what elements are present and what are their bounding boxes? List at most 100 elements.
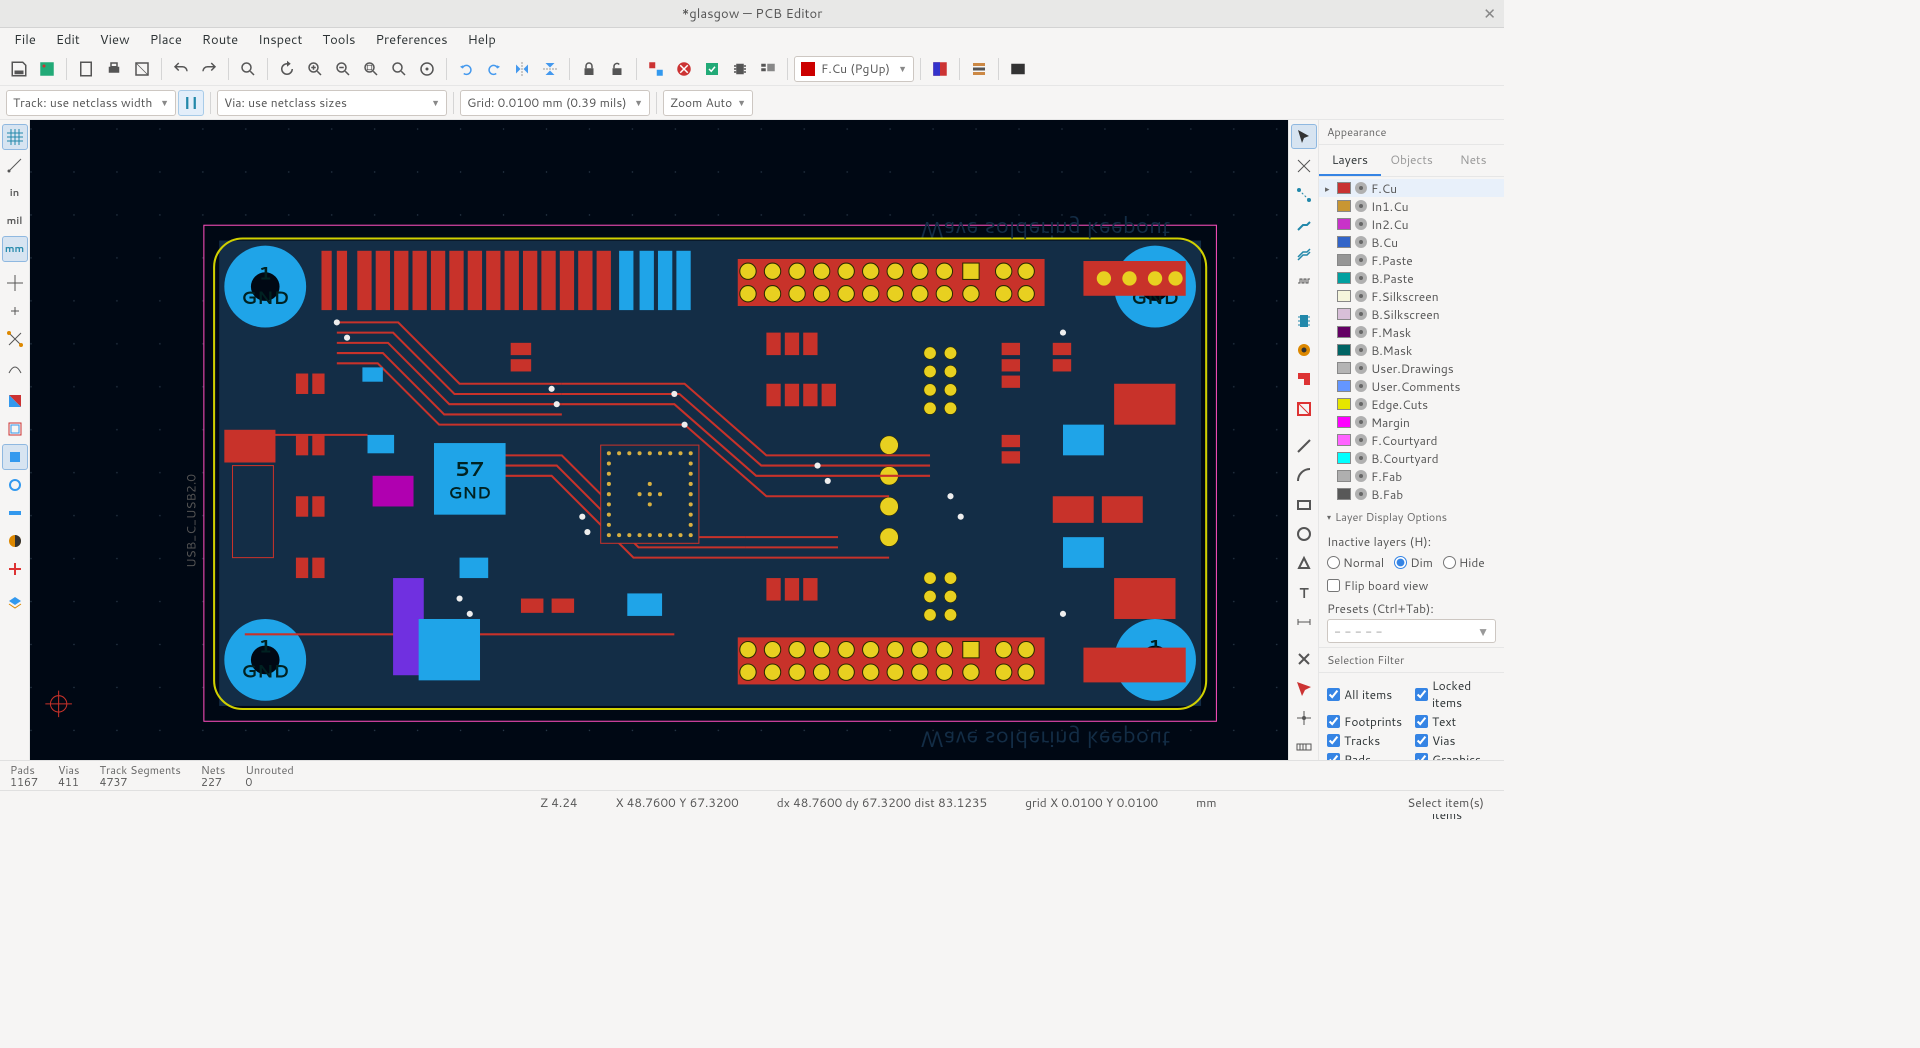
find-icon[interactable] <box>235 56 261 82</box>
grid-selector[interactable]: Grid: 0.0100 mm (0.39 mils)▼ <box>460 90 650 116</box>
plot-icon[interactable] <box>129 56 155 82</box>
erc-icon[interactable] <box>671 56 697 82</box>
ratsnest-icon[interactable] <box>2 326 28 352</box>
layer-row-f-mask[interactable]: F.Mask <box>1319 323 1504 341</box>
menu-place[interactable]: Place <box>140 29 192 51</box>
zoom-fit-icon[interactable] <box>358 56 384 82</box>
high-contrast-icon[interactable] <box>2 528 28 554</box>
scripting-icon[interactable] <box>927 56 953 82</box>
close-icon[interactable]: ✕ <box>1483 3 1496 24</box>
layer-row-f-fab[interactable]: F.Fab <box>1319 467 1504 485</box>
mm-icon[interactable]: mm <box>2 236 28 262</box>
net-highlight-icon[interactable] <box>2 556 28 582</box>
anchor-icon[interactable] <box>1291 676 1317 701</box>
presets-selector[interactable]: - - - - -▼ <box>1327 619 1496 643</box>
cursor-small-icon[interactable] <box>2 298 28 324</box>
layer-display-options-title[interactable]: ▾Layer Display Options <box>1319 505 1504 529</box>
add-text-icon[interactable]: T <box>1291 580 1317 605</box>
track-width-edit-icon[interactable] <box>178 90 204 116</box>
zoom-in-icon[interactable] <box>302 56 328 82</box>
pcb-canvas[interactable]: Wave soldering keepout Wave soldering ke… <box>30 120 1288 760</box>
via-display-icon[interactable] <box>2 472 28 498</box>
layer-row-user-drawings[interactable]: User.Drawings <box>1319 359 1504 377</box>
radio-dim[interactable]: Dim <box>1394 554 1433 571</box>
tab-layers[interactable]: Layers <box>1319 145 1381 176</box>
layer-row-f-cu[interactable]: ▸F.Cu <box>1319 179 1504 197</box>
redo-icon[interactable] <box>196 56 222 82</box>
zoom-out-icon[interactable] <box>330 56 356 82</box>
undo-icon[interactable] <box>168 56 194 82</box>
radio-normal[interactable]: Normal <box>1327 554 1384 571</box>
zoom-selector[interactable]: Zoom Auto▼ <box>663 90 753 116</box>
draw-line-icon[interactable] <box>1291 433 1317 458</box>
add-zone-icon[interactable] <box>1291 367 1317 392</box>
rotate-cw-icon[interactable] <box>481 56 507 82</box>
filter-all-items[interactable]: All items <box>1327 677 1409 711</box>
unlock-icon[interactable] <box>604 56 630 82</box>
route-diff-pair-icon[interactable] <box>1291 241 1317 266</box>
refresh-icon[interactable] <box>274 56 300 82</box>
inches-icon[interactable]: in <box>2 180 28 206</box>
layer-row-in1-cu[interactable]: In1.Cu <box>1319 197 1504 215</box>
layer-row-b-fab[interactable]: B.Fab <box>1319 485 1504 503</box>
draw-arc-icon[interactable] <box>1291 463 1317 488</box>
pad-display-icon[interactable] <box>2 444 28 470</box>
mirror-h-icon[interactable] <box>509 56 535 82</box>
layer-row-user-comments[interactable]: User.Comments <box>1319 377 1504 395</box>
layer-row-edge-cuts[interactable]: Edge.Cuts <box>1319 395 1504 413</box>
menu-route[interactable]: Route <box>192 29 248 51</box>
layers-panel-toggle-icon[interactable] <box>2 590 28 616</box>
add-footprint-icon[interactable] <box>1291 308 1317 333</box>
add-dimension-icon[interactable] <box>1291 609 1317 634</box>
lock-icon[interactable] <box>576 56 602 82</box>
flip-board-checkbox[interactable] <box>1327 579 1340 592</box>
tab-objects[interactable]: Objects <box>1381 145 1443 176</box>
footprint-browser-icon[interactable] <box>755 56 781 82</box>
save-icon[interactable] <box>6 56 32 82</box>
render-icon[interactable] <box>1005 56 1031 82</box>
layer-row-f-paste[interactable]: F.Paste <box>1319 251 1504 269</box>
grid-toggle-icon[interactable] <box>2 124 28 150</box>
filter-locked-items[interactable]: Locked items <box>1415 677 1496 711</box>
layer-list[interactable]: ▸F.CuIn1.CuIn2.CuB.CuF.PasteB.PasteF.Sil… <box>1319 177 1504 505</box>
curved-ratsnest-icon[interactable] <box>2 354 28 380</box>
menu-preferences[interactable]: Preferences <box>366 29 458 51</box>
filter-footprints[interactable]: Footprints <box>1327 713 1409 730</box>
layer-row-b-paste[interactable]: B.Paste <box>1319 269 1504 287</box>
delete-icon[interactable] <box>1291 647 1317 672</box>
track-width-selector[interactable]: Track: use netclass width▼ <box>6 90 176 116</box>
local-ratsnest-icon[interactable] <box>1291 183 1317 208</box>
layer-row-margin[interactable]: Margin <box>1319 413 1504 431</box>
menu-view[interactable]: View <box>90 29 140 51</box>
layer-row-f-silkscreen[interactable]: F.Silkscreen <box>1319 287 1504 305</box>
drc-icon[interactable] <box>699 56 725 82</box>
menu-help[interactable]: Help <box>458 29 506 51</box>
route-track-icon[interactable] <box>1291 212 1317 237</box>
zoom-center-icon[interactable] <box>414 56 440 82</box>
mils-icon[interactable]: mil <box>2 208 28 234</box>
menu-tools[interactable]: Tools <box>312 29 365 51</box>
add-keepout-icon[interactable] <box>1291 396 1317 421</box>
tab-nets[interactable]: Nets <box>1442 145 1504 176</box>
polar-coord-icon[interactable] <box>2 152 28 178</box>
zone-fill-display-icon[interactable] <box>2 388 28 414</box>
layer-row-b-mask[interactable]: B.Mask <box>1319 341 1504 359</box>
track-display-icon[interactable] <box>2 500 28 526</box>
layer-row-b-courtyard[interactable]: B.Courtyard <box>1319 449 1504 467</box>
layer-row-f-courtyard[interactable]: F.Courtyard <box>1319 431 1504 449</box>
layer-row-b-silkscreen[interactable]: B.Silkscreen <box>1319 305 1504 323</box>
mirror-v-icon[interactable] <box>537 56 563 82</box>
tune-length-icon[interactable] <box>1291 271 1317 296</box>
cursor-full-icon[interactable] <box>2 270 28 296</box>
draw-rect-icon[interactable] <box>1291 492 1317 517</box>
net-import-icon[interactable] <box>643 56 669 82</box>
footprint-editor-icon[interactable] <box>727 56 753 82</box>
menu-inspect[interactable]: Inspect <box>248 29 312 51</box>
layers-manager-icon[interactable] <box>966 56 992 82</box>
layer-row-b-cu[interactable]: B.Cu <box>1319 233 1504 251</box>
board-setup-icon[interactable] <box>34 56 60 82</box>
filter-tracks[interactable]: Tracks <box>1327 732 1409 749</box>
highlight-net-tool-icon[interactable] <box>1291 153 1317 178</box>
print-icon[interactable] <box>101 56 127 82</box>
measure-icon[interactable] <box>1291 735 1317 760</box>
